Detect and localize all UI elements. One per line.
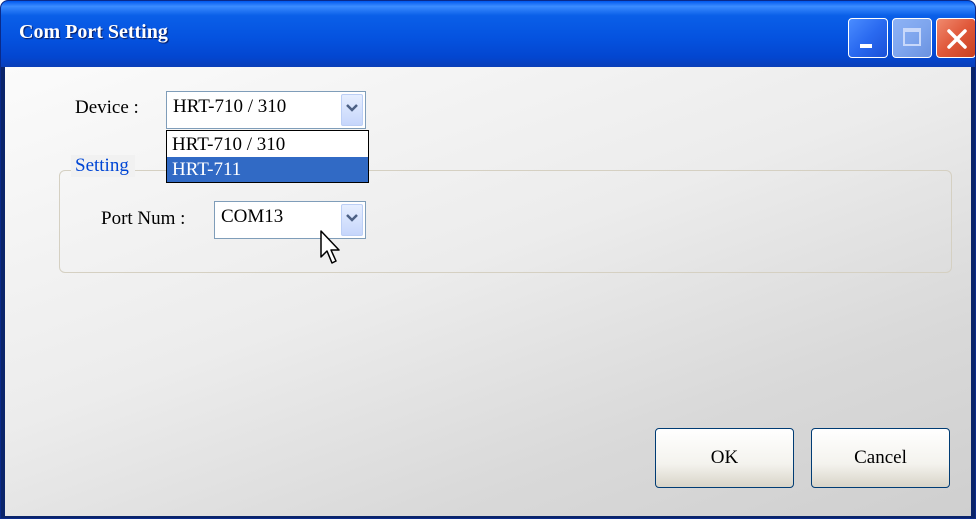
cancel-button[interactable]: Cancel <box>811 428 950 488</box>
chevron-down-icon <box>346 214 358 222</box>
device-option-hrt-710-310[interactable]: HRT-710 / 310 <box>167 132 368 157</box>
maximize-button <box>892 18 932 58</box>
maximize-icon <box>903 28 921 46</box>
title-bar[interactable]: Com Port Setting <box>1 1 975 67</box>
window-title: Com Port Setting <box>19 21 168 43</box>
port-num-label: Port Num : <box>101 208 186 229</box>
ok-button[interactable]: OK <box>655 428 794 488</box>
mouse-pointer-icon <box>320 230 340 264</box>
close-button[interactable] <box>936 18 975 58</box>
setting-group <box>59 170 952 273</box>
port-selected-value: COM13 <box>221 206 284 227</box>
device-option-hrt-711[interactable]: HRT-711 <box>167 157 368 182</box>
minimize-button[interactable] <box>848 18 888 58</box>
com-port-setting-window: Com Port Setting Device : HRT-710 / 310 … <box>0 0 976 519</box>
chevron-down-icon <box>346 104 358 112</box>
close-icon <box>947 29 967 49</box>
minimize-icon <box>860 44 872 48</box>
device-select[interactable]: HRT-710 / 310 <box>166 91 366 129</box>
device-label: Device : <box>75 97 139 118</box>
device-selected-value: HRT-710 / 310 <box>173 96 287 117</box>
dialog-body: Device : HRT-710 / 310 HRT-710 / 310 HRT… <box>5 67 971 516</box>
device-dropdown-list: HRT-710 / 310 HRT-711 <box>166 130 369 183</box>
setting-group-label: Setting <box>71 155 135 177</box>
device-dropdown-button[interactable] <box>341 94 363 126</box>
